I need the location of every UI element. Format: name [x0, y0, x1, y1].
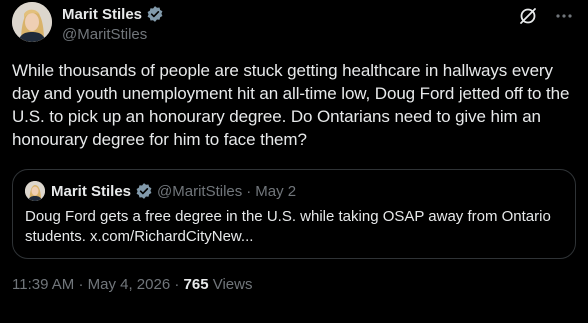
tweet-meta: 11:39 AM · May 4, 2026 · 765 Views: [12, 276, 252, 293]
verified-badge-icon[interactable]: [146, 5, 164, 23]
views-label: Views: [212, 276, 253, 293]
quoted-tweet[interactable]: Marit Stiles @MaritStiles · May 2 Doug F…: [12, 169, 576, 259]
tweet-header: Marit Stiles @MaritStiles: [12, 0, 576, 56]
meta-separator: ·: [174, 276, 180, 293]
author-avatar[interactable]: [12, 2, 52, 42]
quoted-date: May 2: [255, 182, 297, 200]
tweet-date[interactable]: May 4, 2026: [88, 276, 171, 293]
quoted-author-avatar: [25, 181, 45, 201]
quoted-handle: @MaritStiles: [157, 182, 243, 200]
quoted-text: Doug Ford gets a free degree in the U.S.…: [25, 208, 551, 245]
author-handle[interactable]: @MaritStiles: [62, 26, 147, 43]
views-count: 765: [183, 276, 209, 293]
tweet-text: While thousands of people are stuck gett…: [12, 61, 570, 149]
quoted-separator: ·: [246, 182, 252, 200]
quoted-author-row: Marit Stiles @MaritStiles · May 2: [51, 182, 296, 200]
author-display-name[interactable]: Marit Stiles: [62, 6, 142, 23]
meta-separator: ·: [78, 276, 84, 293]
verified-badge-icon: [135, 182, 153, 200]
quoted-display-name: Marit Stiles: [51, 182, 132, 200]
author-name-row[interactable]: Marit Stiles: [62, 5, 164, 23]
grok-icon[interactable]: [518, 6, 538, 26]
tweet-time[interactable]: 11:39 AM: [12, 276, 74, 293]
more-options-icon[interactable]: [554, 6, 574, 26]
